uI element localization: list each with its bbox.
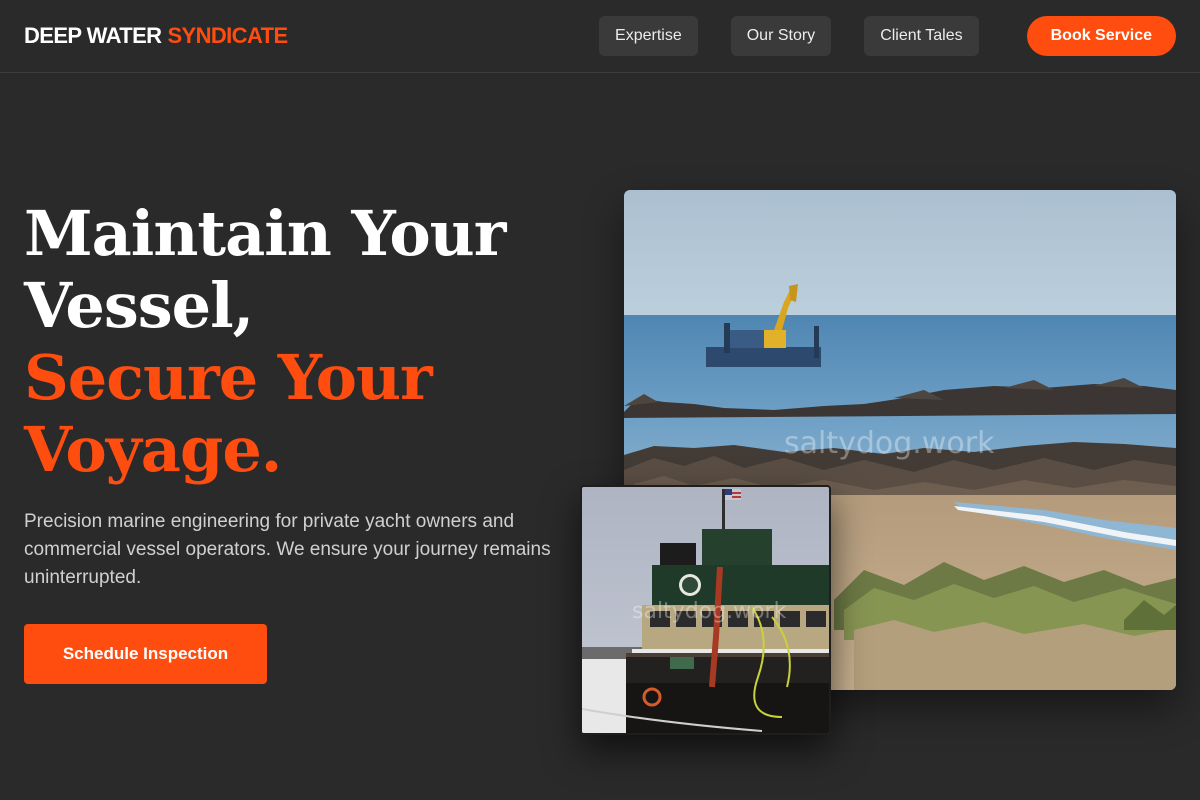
- hero-title-line-3: Secure Your: [24, 341, 433, 414]
- nav-client-tales[interactable]: Client Tales: [864, 16, 979, 56]
- book-service-button[interactable]: Book Service: [1026, 16, 1176, 56]
- inset-image-workboat: saltydog.work: [580, 485, 831, 735]
- brand-name: DEEP WATER: [24, 23, 162, 48]
- site-header: DEEP WATER SYNDICATE Expertise Our Story…: [0, 0, 1200, 73]
- main-nav: Expertise Our Story Client Tales Book Se…: [599, 16, 1176, 56]
- schedule-inspection-button[interactable]: Schedule Inspection: [24, 624, 267, 684]
- brand-logo[interactable]: DEEP WATER SYNDICATE: [24, 23, 288, 49]
- hero-title-line-1: Maintain Your: [24, 197, 506, 270]
- hero-description: Precision marine engineering for private…: [24, 511, 551, 588]
- hero-title-line-4: Voyage.: [24, 413, 282, 486]
- brand-name-accent: SYNDICATE: [167, 23, 288, 48]
- nav-expertise[interactable]: Expertise: [599, 16, 698, 56]
- hero-title: Maintain Your Vessel, Secure Your Voyage…: [24, 198, 584, 486]
- nav-our-story[interactable]: Our Story: [730, 16, 832, 56]
- hero-title-line-2: Vessel,: [24, 269, 254, 342]
